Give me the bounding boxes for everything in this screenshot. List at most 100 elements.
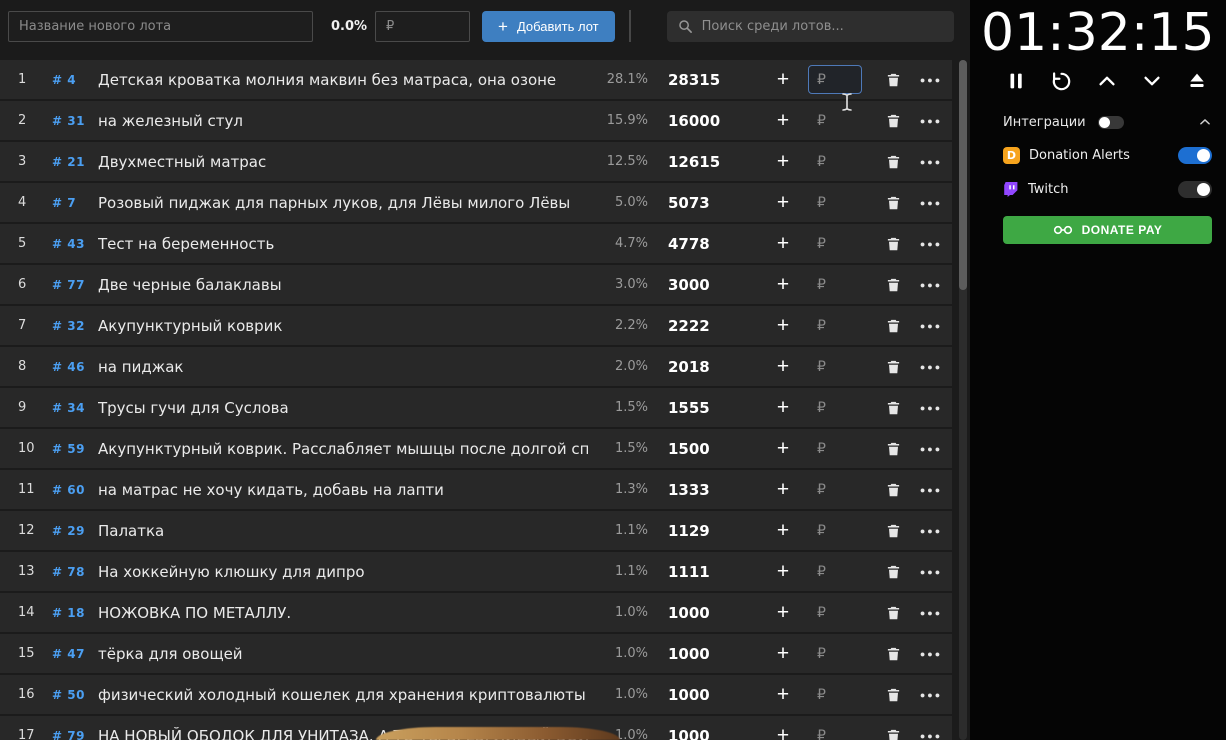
add-amount-button[interactable]: + — [768, 434, 798, 464]
scrollbar-thumb[interactable] — [959, 60, 967, 290]
add-amount-button[interactable]: + — [768, 65, 798, 95]
trash-button[interactable] — [880, 190, 906, 216]
trash-button[interactable] — [880, 231, 906, 257]
search-input[interactable] — [701, 18, 943, 34]
add-amount-button[interactable]: + — [768, 393, 798, 423]
trash-button[interactable] — [880, 477, 906, 503]
add-amount-button[interactable]: + — [768, 475, 798, 505]
lot-amount-input[interactable] — [808, 270, 862, 299]
add-amount-button[interactable]: + — [768, 147, 798, 177]
reset-timer-button[interactable] — [1048, 68, 1075, 95]
donate-pay-button[interactable]: DONATE PAY — [1003, 215, 1212, 244]
add-amount-button[interactable]: + — [768, 639, 798, 669]
lot-amount-input[interactable] — [808, 434, 862, 463]
eject-button[interactable] — [1184, 68, 1210, 94]
pause-button[interactable] — [1003, 68, 1029, 94]
lot-amount-input[interactable] — [808, 598, 862, 627]
add-amount-button[interactable]: + — [768, 106, 798, 136]
lot-amount-input[interactable] — [808, 721, 862, 740]
trash-button[interactable] — [880, 723, 906, 740]
lot-name[interactable]: Тест на беременность — [98, 235, 588, 253]
lot-name[interactable]: НОЖОВКА ПО МЕТАЛЛУ. — [98, 604, 588, 622]
lot-amount-input[interactable] — [808, 106, 862, 135]
lot-name[interactable]: на железный стул — [98, 112, 588, 130]
more-options-button[interactable]: ●●● — [916, 600, 946, 626]
more-options-button[interactable]: ●●● — [916, 231, 946, 257]
more-options-button[interactable]: ●●● — [916, 149, 946, 175]
trash-button[interactable] — [880, 108, 906, 134]
lot-name[interactable]: На хоккейную клюшку для дипро — [98, 563, 588, 581]
lot-amount-input[interactable] — [808, 352, 862, 381]
more-options-button[interactable]: ●●● — [916, 641, 946, 667]
add-amount-button[interactable]: + — [768, 557, 798, 587]
lot-name[interactable]: Двухместный матрас — [98, 153, 588, 171]
lot-amount-input[interactable] — [808, 680, 862, 709]
lot-name[interactable]: Акупунктурный коврик — [98, 317, 588, 335]
lot-name[interactable]: Трусы гучи для Суслова — [98, 399, 588, 417]
add-amount-button[interactable]: + — [768, 188, 798, 218]
more-options-button[interactable]: ●●● — [916, 272, 946, 298]
new-lot-cost-input[interactable] — [375, 10, 470, 42]
more-options-button[interactable]: ●●● — [916, 559, 946, 585]
more-options-button[interactable]: ●●● — [916, 682, 946, 708]
add-amount-button[interactable]: + — [768, 311, 798, 341]
trash-button[interactable] — [880, 518, 906, 544]
more-options-button[interactable]: ●●● — [916, 108, 946, 134]
more-options-button[interactable]: ●●● — [916, 354, 946, 380]
add-amount-button[interactable]: + — [768, 270, 798, 300]
trash-button[interactable] — [880, 313, 906, 339]
add-amount-button[interactable]: + — [768, 352, 798, 382]
lot-amount-input[interactable] — [808, 65, 862, 94]
lot-amount-input[interactable] — [808, 639, 862, 668]
more-options-button[interactable]: ●●● — [916, 436, 946, 462]
more-options-button[interactable]: ●●● — [916, 190, 946, 216]
trash-button[interactable] — [880, 272, 906, 298]
trash-button[interactable] — [880, 682, 906, 708]
lot-name[interactable]: Детская кроватка молния маквин без матра… — [98, 71, 588, 89]
lot-name[interactable]: на матрас не хочу кидать, добавь на лапт… — [98, 481, 588, 499]
subtract-time-button[interactable] — [1139, 68, 1165, 94]
lot-name[interactable]: Розовый пиджак для парных луков, для Лёв… — [98, 194, 588, 212]
lot-amount-input[interactable] — [808, 475, 862, 504]
add-amount-button[interactable]: + — [768, 680, 798, 710]
more-options-button[interactable]: ●●● — [916, 313, 946, 339]
lot-amount-input[interactable] — [808, 188, 862, 217]
trash-button[interactable] — [880, 395, 906, 421]
trash-button[interactable] — [880, 600, 906, 626]
new-lot-name-input[interactable] — [8, 10, 313, 42]
twitch-toggle[interactable] — [1178, 180, 1212, 198]
more-options-button[interactable]: ●●● — [916, 67, 946, 93]
lot-name[interactable]: Палатка — [98, 522, 588, 540]
trash-button[interactable] — [880, 354, 906, 380]
trash-button[interactable] — [880, 149, 906, 175]
add-time-button[interactable] — [1094, 68, 1120, 94]
trash-button[interactable] — [880, 559, 906, 585]
more-options-button[interactable]: ●●● — [916, 723, 946, 740]
add-lot-button[interactable]: + Добавить лот — [482, 10, 615, 42]
scrollbar[interactable] — [959, 60, 967, 740]
more-options-button[interactable]: ●●● — [916, 395, 946, 421]
integrations-master-toggle[interactable] — [1097, 115, 1124, 129]
lot-amount-input[interactable] — [808, 516, 862, 545]
lot-amount-input[interactable] — [808, 557, 862, 586]
lot-name[interactable]: на пиджак — [98, 358, 588, 376]
lot-name[interactable]: тёрка для овощей — [98, 645, 588, 663]
search-box[interactable] — [666, 10, 954, 42]
lot-name[interactable]: физический холодный кошелек для хранения… — [98, 686, 588, 704]
lot-amount-input[interactable] — [808, 229, 862, 258]
trash-button[interactable] — [880, 67, 906, 93]
lot-amount-input[interactable] — [808, 311, 862, 340]
trash-button[interactable] — [880, 641, 906, 667]
lot-amount-input[interactable] — [808, 393, 862, 422]
lot-name[interactable]: Акупунктурный коврик. Расслабляет мышцы … — [98, 440, 588, 458]
lot-amount-input[interactable] — [808, 147, 862, 176]
lot-name[interactable]: Две черные балаклавы — [98, 276, 588, 294]
add-amount-button[interactable]: + — [768, 598, 798, 628]
donation-alerts-toggle[interactable] — [1178, 146, 1212, 164]
add-amount-button[interactable]: + — [768, 516, 798, 546]
add-amount-button[interactable]: + — [768, 229, 798, 259]
trash-button[interactable] — [880, 436, 906, 462]
add-amount-button[interactable]: + — [768, 721, 798, 740]
more-options-button[interactable]: ●●● — [916, 518, 946, 544]
collapse-button[interactable] — [1198, 115, 1212, 129]
